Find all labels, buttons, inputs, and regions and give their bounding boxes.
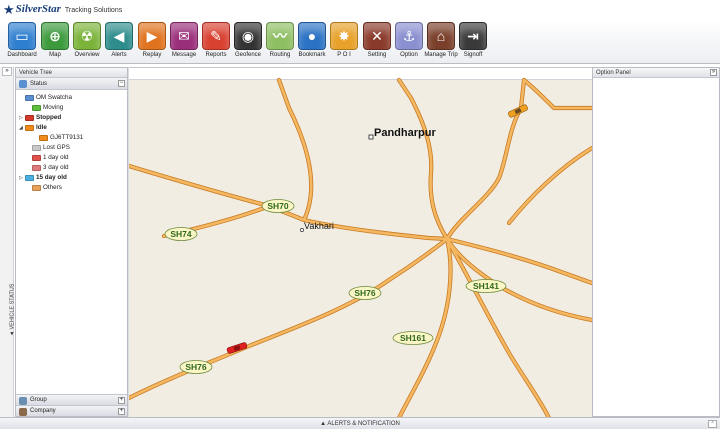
folder-icon	[25, 175, 34, 181]
status-icon	[19, 80, 27, 88]
city-label: Pandharpur	[374, 127, 436, 139]
brand-name: SilverStar	[15, 3, 61, 15]
megaphone-icon: ◀	[105, 22, 133, 50]
folder-icon	[32, 165, 41, 171]
star-burst-icon: ✸	[330, 22, 358, 50]
group-icon	[19, 397, 27, 405]
tree-item-label: OM Swatcha	[36, 94, 73, 101]
tree-item[interactable]: ◢ Idle	[19, 123, 47, 133]
collapse-option-panel-button[interactable]: »	[710, 69, 717, 76]
chart-pen-icon: ✎	[202, 22, 230, 50]
status-section-header[interactable]: Status −	[16, 78, 127, 90]
tree-item[interactable]: ▷ 15 day old	[19, 173, 67, 183]
group-section-header[interactable]: Group +	[16, 394, 127, 405]
route-chart-icon: 〰	[266, 22, 294, 50]
option-panel: Option Panel »	[592, 67, 720, 417]
anchor-icon: ⚓	[395, 22, 423, 50]
app-header: ★ SilverStar Tracking Solutions	[0, 0, 720, 20]
svg-text:SH70: SH70	[267, 201, 289, 211]
tools-icon: ✕	[363, 22, 391, 50]
main-toolbar: ▭ Dashboard ⊕ Map ☢ Overview ◀ Alerts ▶ Replay ✉ Me…	[0, 20, 720, 64]
tree-item-label: Moving	[43, 104, 64, 111]
brand-tagline: Tracking Solutions	[64, 6, 123, 14]
option-panel-title: Option Panel	[596, 70, 631, 76]
folder-icon	[32, 185, 41, 191]
expand-company-button[interactable]: +	[118, 408, 125, 415]
alerts-notification-bar[interactable]: ▲ ALERTS & NOTIFICATION ⌃	[0, 417, 720, 429]
brand-logo: ★ SilverStar Tracking Solutions	[3, 2, 122, 16]
svg-text:SH76: SH76	[354, 288, 376, 298]
folder-icon	[32, 155, 41, 161]
tree-item[interactable]: Others	[26, 183, 62, 193]
status-tree: OM Swatcha Moving ▷ Stopped ◢ Idle GJ6TT9131 Lo…	[16, 90, 127, 390]
tree-item-label: Idle	[36, 124, 47, 131]
alerts-label: ▲ ALERTS & NOTIFICATION	[320, 421, 400, 427]
road-shield: SH76	[348, 286, 382, 300]
tree-item-label: GJ6TT9131	[50, 134, 84, 141]
tree-item[interactable]: OM Swatcha	[19, 93, 72, 103]
monitor-icon: ▭	[8, 22, 36, 50]
tree-item[interactable]: GJ6TT9131	[33, 133, 83, 143]
svg-text:SH76: SH76	[185, 362, 207, 372]
company-icon	[19, 408, 27, 416]
folder-icon	[32, 145, 41, 151]
toolbar-button-signoff[interactable]: ⇥ Signoff	[458, 22, 488, 58]
vehicle-status-strip: » ◄ VEHICLE STATUS	[0, 67, 15, 417]
car-fence-icon: ◉	[234, 22, 262, 50]
expand-group-button[interactable]: +	[118, 397, 125, 404]
road-shield: SH76	[179, 360, 213, 374]
road-shield: SH74	[164, 227, 198, 241]
tree-item-label: 1 day old	[43, 154, 69, 161]
tree-item-label: 3 day old	[43, 164, 69, 171]
tree-item[interactable]: ▷ Stopped	[19, 113, 61, 123]
svg-text:SH161: SH161	[400, 333, 426, 343]
folder-icon	[25, 125, 34, 131]
star-logo-icon: ★	[3, 1, 15, 17]
folder-icon	[25, 115, 34, 121]
svg-text:SH141: SH141	[473, 281, 499, 291]
trip-icon: ⌂	[427, 22, 455, 50]
status-label: Status	[30, 81, 48, 87]
road-shield: SH70	[261, 199, 295, 213]
vehicle-tree-title: Vehicle Tree	[16, 68, 127, 78]
folder-icon	[39, 135, 48, 141]
globe-icon: ⊕	[41, 22, 69, 50]
tree-item[interactable]: Moving	[26, 103, 63, 113]
tree-item-label: 15 day old	[36, 174, 67, 181]
company-label: Company	[30, 408, 56, 414]
company-section-header[interactable]: Company +	[16, 405, 127, 416]
earth-bookmark-icon: ●	[298, 22, 326, 50]
tree-item-label: Others	[43, 184, 62, 191]
map-view[interactable]: Pandharpur Vakhari SH70 SH74 SH76 SH141 …	[129, 67, 592, 417]
city-marker	[368, 134, 374, 140]
folder-icon	[32, 105, 41, 111]
radiation-icon: ☢	[73, 22, 101, 50]
map-canvas[interactable]: Pandharpur Vakhari SH70 SH74 SH76 SH141 …	[129, 68, 592, 417]
tree-item-label: Stopped	[36, 114, 62, 121]
expand-alerts-button[interactable]: ⌃	[708, 420, 717, 428]
town-label: Vakhari	[304, 221, 334, 231]
road-shield: SH161	[392, 331, 434, 345]
option-panel-header: Option Panel »	[593, 68, 719, 78]
group-label: Group	[30, 397, 47, 403]
vehicle-tree-panel: Vehicle Tree Status − OM Swatcha Moving ▷ S…	[15, 67, 128, 417]
clapperboard-icon: ▶	[138, 22, 166, 50]
expand-panel-button[interactable]: »	[2, 67, 12, 76]
tree-item[interactable]: 3 day old	[26, 163, 69, 173]
envelope-icon: ✉	[170, 22, 198, 50]
tree-item[interactable]: 1 day old	[26, 153, 69, 163]
signoff-icon: ⇥	[459, 22, 487, 50]
collapse-status-button[interactable]: −	[118, 80, 125, 87]
toolbar-label: Signoff	[463, 52, 483, 58]
tree-item-label: Lost GPS	[43, 144, 70, 151]
svg-text:SH74: SH74	[170, 229, 192, 239]
folder-icon	[25, 95, 34, 101]
road-shield: SH141	[465, 279, 507, 293]
tree-item[interactable]: Lost GPS	[26, 143, 70, 153]
